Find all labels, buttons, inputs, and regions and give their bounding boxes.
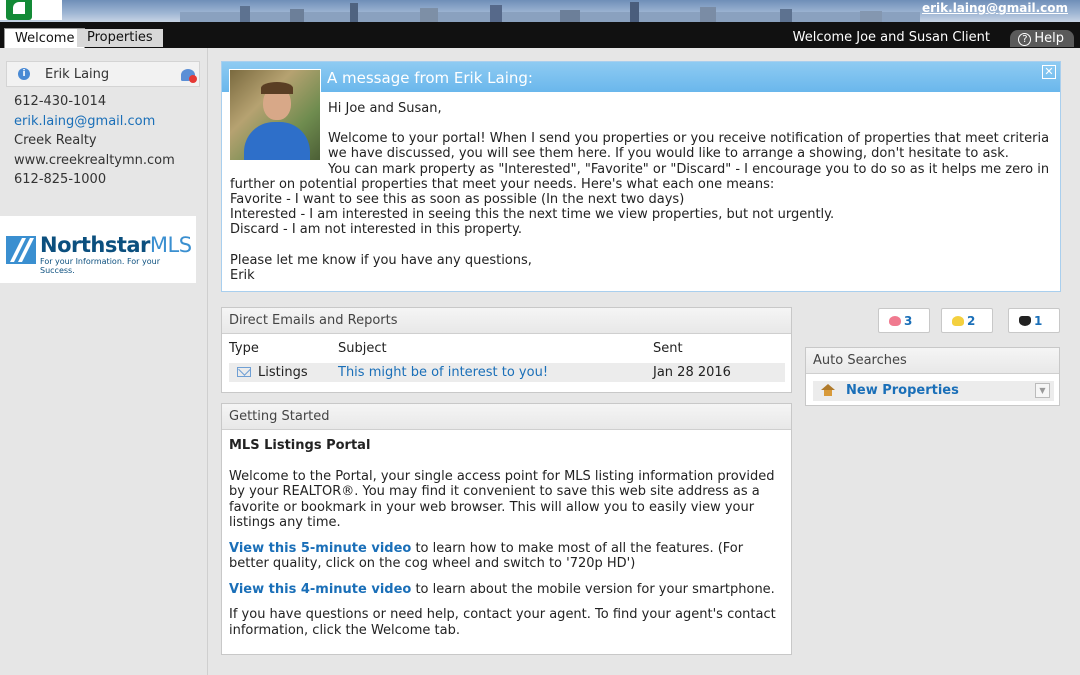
favorite-count: 3: [904, 314, 913, 328]
brand-bold: Northstar: [40, 233, 150, 257]
agent-header: i Erik Laing: [6, 61, 200, 87]
message-closing: Please let me know if you have any quest…: [230, 252, 532, 268]
getting-started-panel: Getting Started MLS Listings Portal Welc…: [221, 403, 792, 655]
video2-paragraph: View this 4-minute video to learn about …: [229, 582, 785, 598]
agent-website: www.creekrealtymn.com: [14, 152, 175, 168]
message-header: A message from Erik Laing: ✕: [222, 62, 1060, 92]
interested-count: 2: [967, 314, 976, 328]
mail-icon: [237, 367, 251, 377]
top-banner: erik.laing@gmail.com: [0, 0, 1080, 22]
message-para1: Welcome to your portal! When I send you …: [328, 131, 1050, 162]
video1-paragraph: View this 5-minute video to learn how to…: [229, 541, 785, 572]
agent-phone: 612-430-1014: [14, 94, 107, 109]
close-icon[interactable]: ✕: [1042, 65, 1056, 79]
logo-mark-icon: [6, 0, 32, 20]
agent-email-link[interactable]: erik.laing@gmail.com: [14, 112, 175, 132]
tab-properties[interactable]: Properties: [77, 29, 163, 47]
chat-icon[interactable]: [181, 69, 197, 83]
getting-started-body: MLS Listings Portal Welcome to the Porta…: [229, 438, 785, 648]
message-discard-line: Discard - I am not interested in this pr…: [230, 222, 523, 238]
company-logo: [0, 0, 62, 20]
col-sent-header: Sent: [653, 341, 683, 356]
list-item[interactable]: New Properties ▼: [813, 381, 1054, 401]
message-interested-line: Interested - I am interested in seeing t…: [230, 207, 835, 223]
favorite-count-button[interactable]: 3: [878, 308, 930, 333]
northstar-logo-mark-icon: [6, 236, 36, 264]
auto-searches-title: Auto Searches: [806, 348, 1059, 374]
help-button[interactable]: ? Help: [1010, 30, 1074, 47]
getting-started-title: Getting Started: [222, 404, 791, 430]
message-signature: Erik: [230, 267, 255, 283]
col-type-header: Type: [229, 341, 259, 356]
brand-light: MLS: [149, 233, 192, 257]
agent-sidebar: i Erik Laing 612-430-1014 erik.laing@gma…: [0, 48, 208, 675]
welcome-user-text: Welcome Joe and Susan Client: [792, 30, 990, 45]
message-para2-line2: further on potential properties that mee…: [230, 176, 775, 192]
video2-link[interactable]: View this 4-minute video: [229, 582, 411, 597]
help-icon: ?: [1018, 33, 1032, 46]
help-paragraph: If you have questions or need help, cont…: [229, 607, 776, 638]
message-favorite-line: Favorite - I want to see this as soon as…: [230, 192, 685, 208]
auto-search-new-properties[interactable]: New Properties: [846, 383, 959, 398]
agent-contact-info: 612-430-1014 erik.laing@gmail.com Creek …: [14, 92, 175, 190]
lightbulb-icon: [952, 316, 964, 326]
interested-count-button[interactable]: 2: [941, 308, 993, 333]
message-title: A message from Erik Laing:: [327, 69, 533, 87]
user-email-link[interactable]: erik.laing@gmail.com: [922, 1, 1068, 15]
discard-count: 1: [1034, 314, 1043, 328]
auto-searches-panel: Auto Searches New Properties ▼: [805, 347, 1060, 406]
office-phone: 612-825-1000: [14, 172, 107, 187]
photo-hair: [261, 82, 293, 94]
agent-company: Creek Realty: [14, 133, 97, 148]
message-para2-line1: You can mark property as "Interested", "…: [328, 161, 1050, 177]
nav-bar: Welcome Properties Welcome Joe and Susan…: [0, 22, 1080, 48]
discard-count-button[interactable]: 1: [1008, 308, 1060, 333]
row-type: Listings: [258, 365, 308, 380]
message-body: Hi Joe and Susan, Welcome to your portal…: [230, 101, 1054, 283]
northstar-tagline: For your Information. For your Success.: [40, 257, 160, 275]
discard-icon: [1019, 316, 1031, 326]
chevron-down-icon[interactable]: ▼: [1035, 383, 1050, 398]
emails-panel-title: Direct Emails and Reports: [222, 308, 791, 334]
info-icon[interactable]: i: [18, 68, 30, 80]
agent-name: Erik Laing: [45, 67, 110, 82]
house-icon: [821, 384, 835, 396]
northstar-brand: NorthstarMLS: [40, 233, 192, 257]
video2-text: to learn about the mobile version for yo…: [411, 581, 775, 597]
northstar-mls-logo: NorthstarMLS For your Information. For y…: [0, 216, 196, 283]
table-row[interactable]: Listings This might be of interest to yo…: [229, 363, 785, 382]
portal-intro: Welcome to the Portal, your single acces…: [229, 468, 775, 531]
col-subject-header: Subject: [338, 341, 387, 356]
city-skyline-image: [180, 2, 920, 22]
row-sent: Jan 28 2016: [653, 365, 731, 380]
heart-icon: [889, 316, 901, 326]
direct-emails-panel: Direct Emails and Reports Type Subject S…: [221, 307, 792, 393]
tab-welcome[interactable]: Welcome: [4, 28, 86, 48]
message-greeting: Hi Joe and Susan,: [328, 101, 442, 116]
help-label: Help: [1034, 31, 1064, 46]
video1-link[interactable]: View this 5-minute video: [229, 541, 411, 556]
portal-heading: MLS Listings Portal: [229, 438, 371, 453]
agent-message-panel: A message from Erik Laing: ✕ Hi Joe and …: [221, 61, 1061, 292]
row-subject-link[interactable]: This might be of interest to you!: [338, 365, 548, 380]
